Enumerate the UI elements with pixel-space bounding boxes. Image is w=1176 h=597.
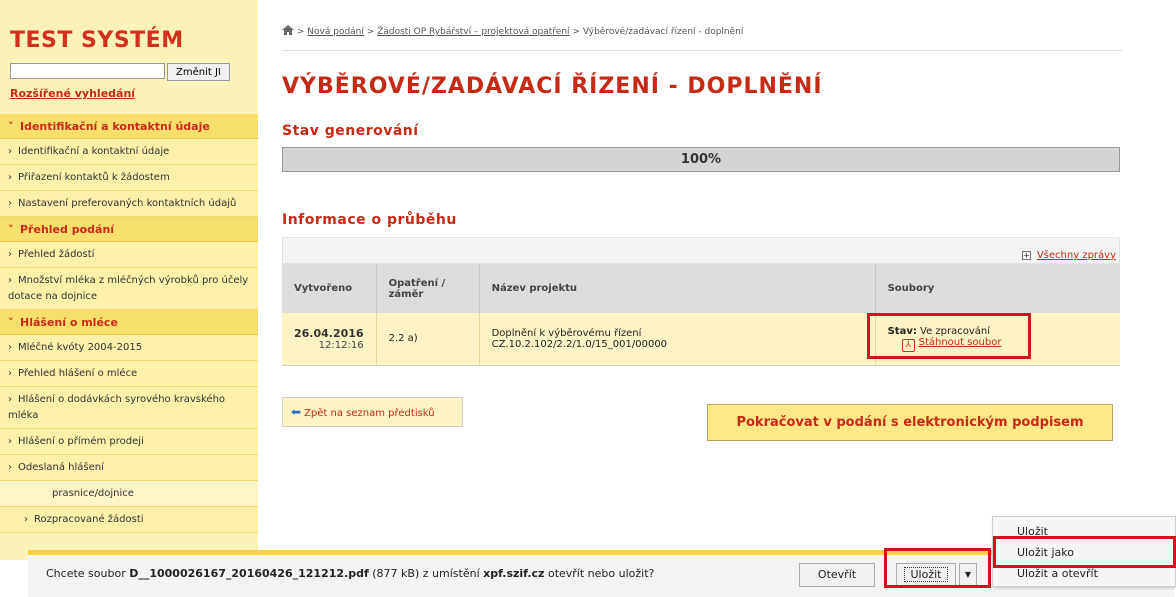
col-files: Soubory <box>875 264 1120 313</box>
nav-group-identification[interactable]: ˅ Identifikační a kontaktní údaje <box>0 114 258 139</box>
created-time: 12:12:16 <box>318 339 364 351</box>
chevron-right-icon: › <box>8 275 12 286</box>
cell-created: 26.04.2016 12:12:16 <box>282 313 377 366</box>
page-title: VÝBĚROVÉ/ZADÁVACÍ ŘÍZENÍ - DOPLNĚNÍ <box>282 74 823 99</box>
open-button[interactable]: Otevřít <box>799 563 875 587</box>
divider <box>282 50 1122 51</box>
cell-project: Doplnění k výběrovému řízení CZ.10.2.102… <box>479 313 876 366</box>
all-messages-link[interactable]: Všechny zprávy <box>1037 250 1116 261</box>
sidebar-item-milk-quotas[interactable]: › Mléčné kvóty 2004-2015 <box>0 335 258 361</box>
chevron-right-icon: › <box>8 368 12 379</box>
chevron-right-icon: › <box>8 146 12 157</box>
home-icon[interactable] <box>282 25 294 35</box>
table-header-row: Vytvořeno Opatření / záměr Název projekt… <box>282 264 1120 313</box>
chevron-right-icon: › <box>8 342 12 353</box>
sidebar-item-milk-report-overview[interactable]: › Přehled hlášení o mléce <box>0 361 258 387</box>
breadcrumb-op-fisheries[interactable]: Žádosti OP Rybářství – projektová opatře… <box>377 27 569 37</box>
all-messages-toggle[interactable]: + Všechny zprávy <box>1021 250 1116 261</box>
chevron-right-icon: › <box>8 462 12 473</box>
advanced-search-link[interactable]: Rozšířené vyhledání <box>10 87 135 100</box>
project-name: Doplnění k výběrovému řízení <box>491 327 642 339</box>
search-input[interactable] <box>10 63 165 79</box>
created-date: 26.04.2016 <box>294 326 364 340</box>
chevron-down-icon: ˅ <box>8 223 14 236</box>
chevron-right-icon: › <box>8 394 12 405</box>
sidebar-item-contact-assignment[interactable]: › Přiřazení kontaktů k žádostem <box>0 165 258 191</box>
sidebar-item-direct-sale[interactable]: › Hlášení o přímém prodeji <box>0 429 258 455</box>
highlight-frame-files <box>867 313 1031 359</box>
progress-bar: 100% <box>282 147 1120 172</box>
generation-status-heading: Stav generování <box>282 123 419 139</box>
col-project-name: Název projektu <box>479 264 876 313</box>
sidebar-item-identification[interactable]: › Identifikační a kontaktní údaje <box>0 139 258 165</box>
progress-text: 100% <box>680 152 722 167</box>
sidebar-item-applications[interactable]: › Přehled žádostí <box>0 242 258 268</box>
nav-group-milk-reports[interactable]: ˅ Hlášení o mléce <box>0 310 258 335</box>
change-ji-button[interactable]: Změnit JI <box>167 63 230 81</box>
chevron-down-icon: ˅ <box>8 316 14 329</box>
info-box: + Všechny zprávy <box>282 237 1120 264</box>
cell-measure: 2.2 a) <box>376 313 480 366</box>
sidebar: TEST SYSTÉM Změnit JI Rozšířené vyhledán… <box>0 0 258 560</box>
download-host: xpf.szif.cz <box>483 567 545 580</box>
back-to-forms-button[interactable]: ⬅ Zpět na seznam předtisků <box>282 397 463 427</box>
highlight-frame-save-as <box>993 536 1176 568</box>
sidebar-item-sent-reports[interactable]: › Odeslaná hlášení <box>0 455 258 481</box>
menu-item-save-and-open[interactable]: Uložit a otevřít <box>1017 567 1098 580</box>
app-logo: TEST SYSTÉM <box>10 28 184 53</box>
chevron-right-icon: › <box>8 172 12 183</box>
download-prompt: Chcete soubor D__1000026167_20160426_121… <box>46 567 655 580</box>
col-measure: Opatření / záměr <box>376 264 480 313</box>
sidebar-nav: ˅ Identifikační a kontaktní údaje › Identi… <box>0 114 258 533</box>
chevron-down-icon: ˅ <box>8 120 14 133</box>
col-created: Vytvořeno <box>282 264 377 313</box>
sidebar-item-drafts[interactable]: › Rozpracované žádosti <box>0 507 258 533</box>
nav-group-overview[interactable]: ˅ Přehled podání <box>0 217 258 242</box>
progress-info-heading: Informace o průběhu <box>282 212 457 228</box>
project-code: CZ.10.2.102/2.2/1.0/15_001/00000 <box>491 338 668 350</box>
arrow-left-icon: ⬅ <box>291 405 302 419</box>
continue-with-signature-button[interactable]: Pokračovat v podání s elektronickým podp… <box>707 404 1113 441</box>
breadcrumb-current: Výběrové/zadávací řízení - doplnění <box>582 27 744 37</box>
download-filename: D__1000026167_20160426_121212.pdf <box>129 567 369 580</box>
breadcrumb: > Nová podání > Žádosti OP Rybářství – p… <box>282 25 743 37</box>
chevron-right-icon: › <box>8 436 12 447</box>
sidebar-item-sows-cows[interactable]: prasnice/dojnice <box>0 481 258 507</box>
sidebar-item-milk-amount[interactable]: › Množství mléka z mléčných výrobků pro ú… <box>0 268 258 310</box>
plus-icon[interactable]: + <box>1021 251 1031 260</box>
search-row: Změnit JI <box>10 63 230 81</box>
sidebar-item-preferred-contacts[interactable]: › Nastavení preferovaných kontaktních úda… <box>0 191 258 217</box>
highlight-frame-save <box>884 548 991 588</box>
chevron-right-icon: › <box>8 249 12 260</box>
sidebar-item-raw-milk-deliveries[interactable]: › Hlášení o dodávkách syrového kravského … <box>0 387 258 429</box>
breadcrumb-new-submissions[interactable]: Nová podání <box>307 27 364 37</box>
chevron-right-icon: › <box>8 198 12 209</box>
chevron-right-icon: › <box>24 514 28 525</box>
